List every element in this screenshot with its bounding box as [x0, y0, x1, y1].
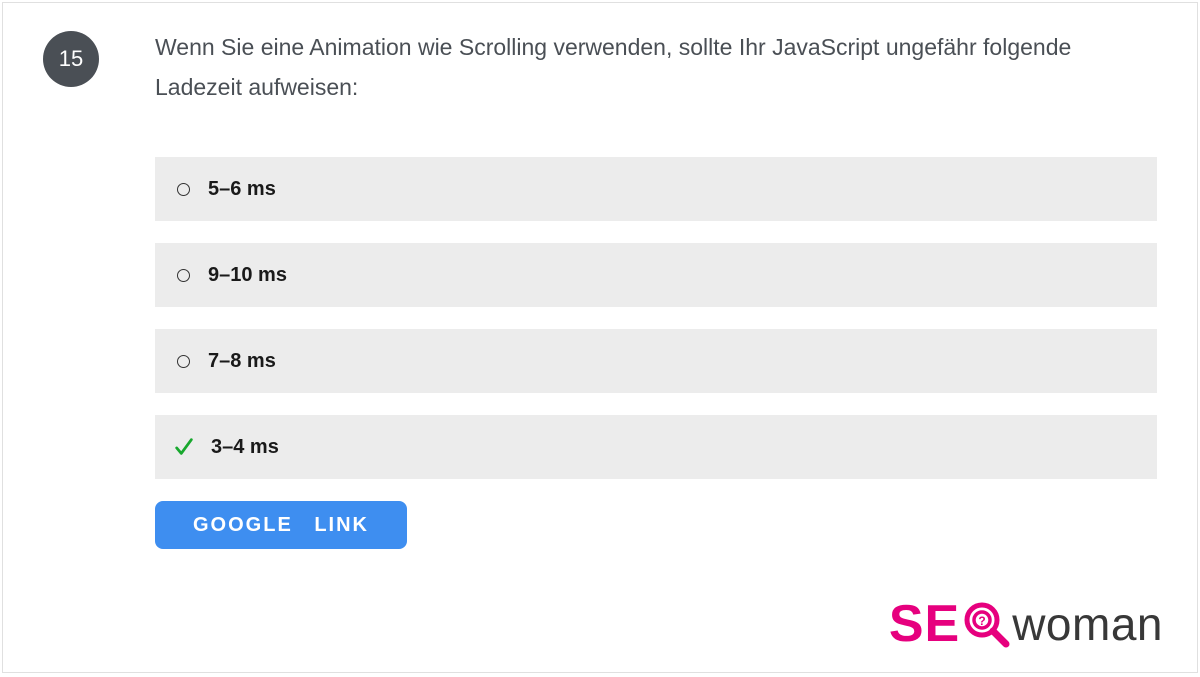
- answer-options: 5–6 ms 9–10 ms 7–8 ms 3–4 ms: [155, 157, 1157, 479]
- radio-unchecked-icon: [177, 269, 190, 282]
- answer-option-label: 9–10 ms: [208, 264, 287, 287]
- answer-option-label: 5–6 ms: [208, 178, 276, 201]
- question-header: 15 Wenn Sie eine Animation wie Scrolling…: [3, 3, 1197, 107]
- answer-option-correct[interactable]: 3–4 ms: [155, 415, 1157, 479]
- question-number-badge: 15: [43, 31, 99, 87]
- answer-option-label: 3–4 ms: [211, 436, 279, 459]
- answer-option[interactable]: 9–10 ms: [155, 243, 1157, 307]
- question-number: 15: [59, 46, 83, 72]
- answer-option[interactable]: 5–6 ms: [155, 157, 1157, 221]
- checkmark-icon: [173, 436, 195, 458]
- brand-logo: SE ? woman: [889, 594, 1163, 654]
- radio-unchecked-icon: [177, 183, 190, 196]
- google-link-button[interactable]: GOOGLE LINK: [155, 501, 407, 549]
- question-text: Wenn Sie eine Animation wie Scrolling ve…: [155, 27, 1135, 107]
- answer-option[interactable]: 7–8 ms: [155, 329, 1157, 393]
- brand-se: SE: [889, 594, 960, 654]
- brand-woman: woman: [1012, 597, 1163, 651]
- quiz-card: 15 Wenn Sie eine Animation wie Scrolling…: [2, 2, 1198, 673]
- answer-option-label: 7–8 ms: [208, 350, 276, 373]
- radio-unchecked-icon: [177, 355, 190, 368]
- svg-text:?: ?: [979, 614, 986, 628]
- magnifier-icon: ?: [962, 600, 1010, 648]
- button-row: GOOGLE LINK: [155, 501, 1157, 549]
